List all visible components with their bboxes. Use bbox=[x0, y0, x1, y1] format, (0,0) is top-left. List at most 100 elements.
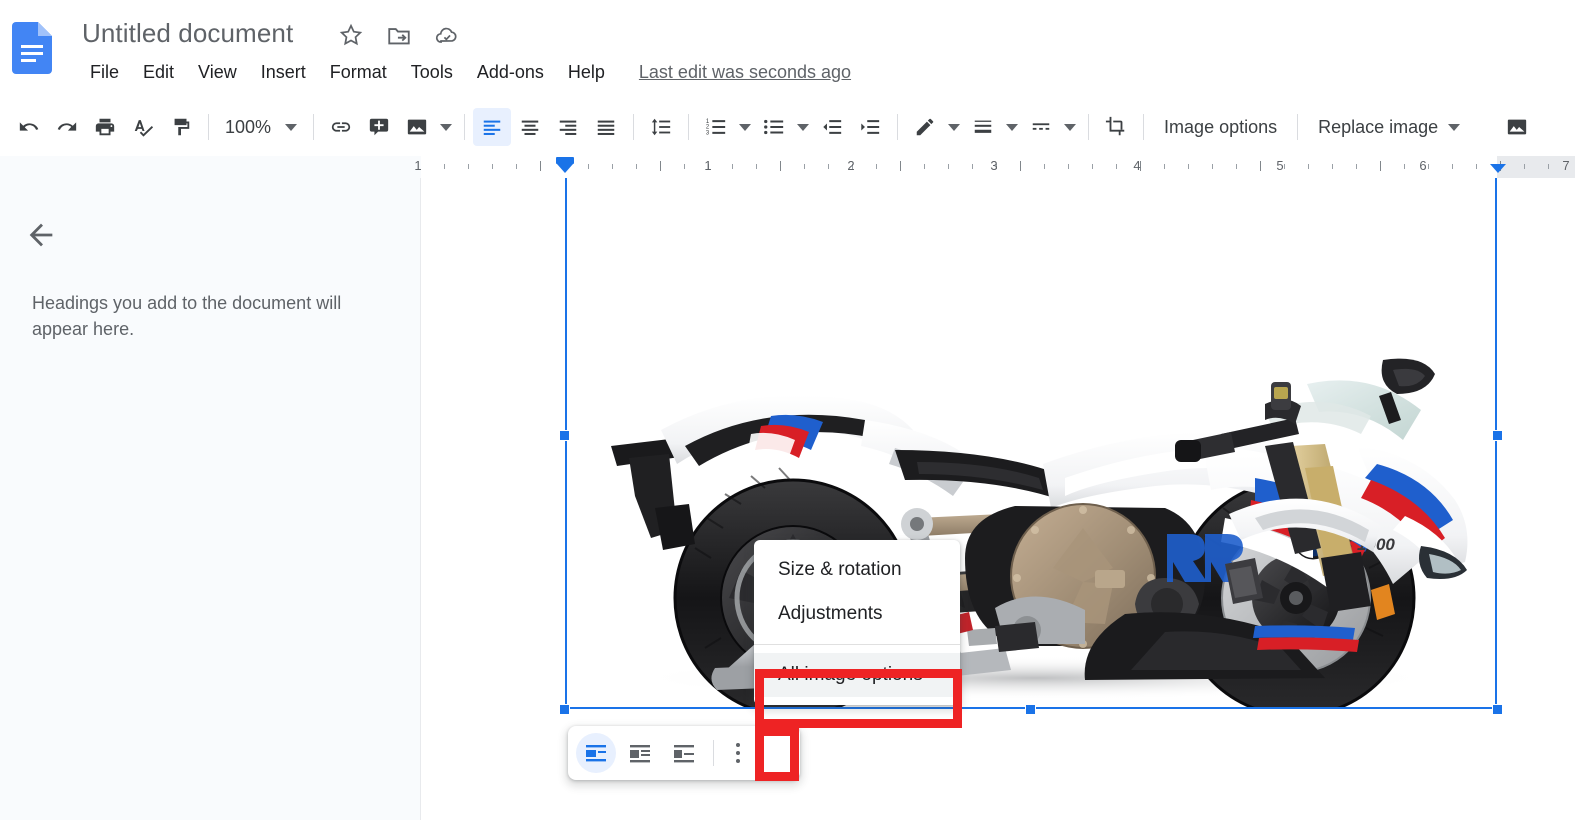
align-right-button[interactable] bbox=[549, 108, 587, 146]
ruler-page-area bbox=[421, 156, 1497, 178]
resize-handle-bottom-center[interactable] bbox=[1025, 704, 1036, 715]
menu-format[interactable]: Format bbox=[318, 58, 399, 87]
ruler-track: 1 1 2 3 4 5 6 7 bbox=[414, 156, 1575, 178]
align-center-button[interactable] bbox=[511, 108, 549, 146]
wrap-toolbar-divider bbox=[713, 740, 714, 766]
border-dash-icon[interactable] bbox=[1022, 108, 1060, 146]
left-indent-marker[interactable] bbox=[556, 156, 574, 176]
border-weight-icon[interactable] bbox=[964, 108, 1002, 146]
resize-handle-bottom-left[interactable] bbox=[559, 704, 570, 715]
bulleted-list-button[interactable] bbox=[755, 108, 813, 146]
break-text-button[interactable] bbox=[664, 733, 704, 773]
last-edit-status[interactable]: Last edit was seconds ago bbox=[639, 62, 851, 83]
line-spacing-icon[interactable] bbox=[642, 108, 680, 146]
numbered-list-button[interactable]: 123 bbox=[697, 108, 755, 146]
border-dash-button[interactable] bbox=[1022, 108, 1080, 146]
right-indent-marker[interactable] bbox=[1489, 156, 1507, 176]
border-color-button[interactable] bbox=[906, 108, 964, 146]
chevron-down-icon[interactable] bbox=[793, 108, 813, 146]
selected-image-container[interactable]: S 1000 bbox=[559, 178, 1503, 715]
resize-handle-middle-right[interactable] bbox=[1492, 430, 1503, 441]
replace-image-button[interactable]: Replace image bbox=[1306, 108, 1472, 146]
menu-add-ons[interactable]: Add-ons bbox=[465, 58, 556, 87]
google-docs-logo-icon[interactable] bbox=[12, 22, 52, 74]
formatting-toolbar: 100% 1 2 3 Image options Replace image bbox=[0, 100, 1575, 154]
menu-item-all-image-options[interactable]: All image options bbox=[754, 653, 960, 697]
more-options-kebab-icon[interactable] bbox=[723, 733, 753, 773]
crop-icon[interactable] bbox=[1097, 108, 1135, 146]
toolbar-divider bbox=[897, 114, 899, 140]
in-line-button[interactable] bbox=[576, 733, 616, 773]
document-canvas[interactable]: S 1000 bbox=[421, 178, 1575, 820]
ruler-number: 1 bbox=[414, 158, 422, 173]
chevron-down-icon[interactable] bbox=[436, 108, 456, 146]
svg-text:3: 3 bbox=[706, 131, 710, 137]
chevron-down-icon[interactable] bbox=[735, 108, 755, 146]
menu-view[interactable]: View bbox=[186, 58, 249, 87]
zoom-selector[interactable]: 100% bbox=[217, 108, 305, 146]
cloud-saved-icon[interactable] bbox=[434, 22, 460, 48]
toolbar-divider bbox=[1143, 114, 1145, 140]
toolbar-divider bbox=[313, 114, 315, 140]
star-icon[interactable] bbox=[338, 22, 364, 48]
title-icon-group bbox=[338, 22, 460, 48]
image-wrap-toolbar bbox=[568, 726, 800, 780]
chevron-down-icon[interactable] bbox=[944, 108, 964, 146]
ruler-number: 3 bbox=[990, 158, 998, 173]
chevron-down-icon bbox=[1448, 123, 1461, 131]
image-options-label: Image options bbox=[1164, 116, 1278, 137]
decrease-indent-icon[interactable] bbox=[813, 108, 851, 146]
menu-edit[interactable]: Edit bbox=[131, 58, 186, 87]
spellcheck-icon[interactable] bbox=[124, 108, 162, 146]
insert-link-icon[interactable] bbox=[322, 108, 360, 146]
menu-insert[interactable]: Insert bbox=[249, 58, 318, 87]
undo-icon[interactable] bbox=[10, 108, 48, 146]
chevron-down-icon[interactable] bbox=[1060, 108, 1080, 146]
numbered-list-icon[interactable]: 123 bbox=[697, 108, 735, 146]
image-selection-border bbox=[565, 178, 1497, 709]
chevron-down-icon[interactable] bbox=[1002, 108, 1022, 146]
image-icon[interactable] bbox=[398, 108, 436, 146]
document-outline-sidebar: Headings you add to the document will ap… bbox=[0, 178, 421, 820]
menu-help[interactable]: Help bbox=[556, 58, 617, 87]
chevron-down-icon bbox=[285, 123, 298, 131]
resize-handle-middle-left[interactable] bbox=[559, 430, 570, 441]
toolbar-divider bbox=[464, 114, 466, 140]
add-comment-icon[interactable] bbox=[360, 108, 398, 146]
back-arrow-icon[interactable] bbox=[24, 218, 58, 252]
toolbar-divider bbox=[1088, 114, 1090, 140]
menu-item-adjustments[interactable]: Adjustments bbox=[754, 592, 960, 636]
overflow-icon[interactable] bbox=[1498, 108, 1536, 146]
pencil-icon[interactable] bbox=[906, 108, 944, 146]
insert-image-button[interactable] bbox=[398, 108, 456, 146]
toolbar-divider bbox=[1297, 114, 1299, 140]
menu-bar: File Edit View Insert Format Tools Add-o… bbox=[78, 58, 851, 87]
border-weight-button[interactable] bbox=[964, 108, 1022, 146]
image-options-button[interactable]: Image options bbox=[1152, 108, 1289, 146]
app-header: Untitled document File Edit View Insert … bbox=[0, 0, 1575, 98]
bulleted-list-icon[interactable] bbox=[755, 108, 793, 146]
menu-item-size-rotation[interactable]: Size & rotation bbox=[754, 548, 960, 592]
move-to-folder-icon[interactable] bbox=[386, 22, 412, 48]
menu-file[interactable]: File bbox=[78, 58, 131, 87]
ruler-number: 7 bbox=[1562, 158, 1570, 173]
redo-icon[interactable] bbox=[48, 108, 86, 146]
ruler-number: 1 bbox=[704, 158, 712, 173]
google-docs-window: Untitled document File Edit View Insert … bbox=[0, 0, 1575, 820]
ruler-number: 2 bbox=[847, 158, 855, 173]
increase-indent-icon[interactable] bbox=[851, 108, 889, 146]
wrap-text-button[interactable] bbox=[620, 733, 660, 773]
resize-handle-bottom-right[interactable] bbox=[1492, 704, 1503, 715]
menu-tools[interactable]: Tools bbox=[399, 58, 465, 87]
ruler-sidebar-gap bbox=[0, 156, 421, 178]
replace-image-label: Replace image bbox=[1318, 116, 1439, 137]
image-options-dropdown: Size & rotation Adjustments All image op… bbox=[754, 540, 960, 705]
toolbar-divider bbox=[633, 114, 635, 140]
zoom-value: 100% bbox=[225, 116, 272, 137]
document-title[interactable]: Untitled document bbox=[82, 18, 293, 49]
paint-format-icon[interactable] bbox=[162, 108, 200, 146]
print-icon[interactable] bbox=[86, 108, 124, 146]
align-left-button[interactable] bbox=[473, 108, 512, 146]
align-justify-button[interactable] bbox=[587, 108, 625, 146]
document-ruler[interactable]: 1 1 2 3 4 5 6 7 bbox=[0, 156, 1575, 178]
